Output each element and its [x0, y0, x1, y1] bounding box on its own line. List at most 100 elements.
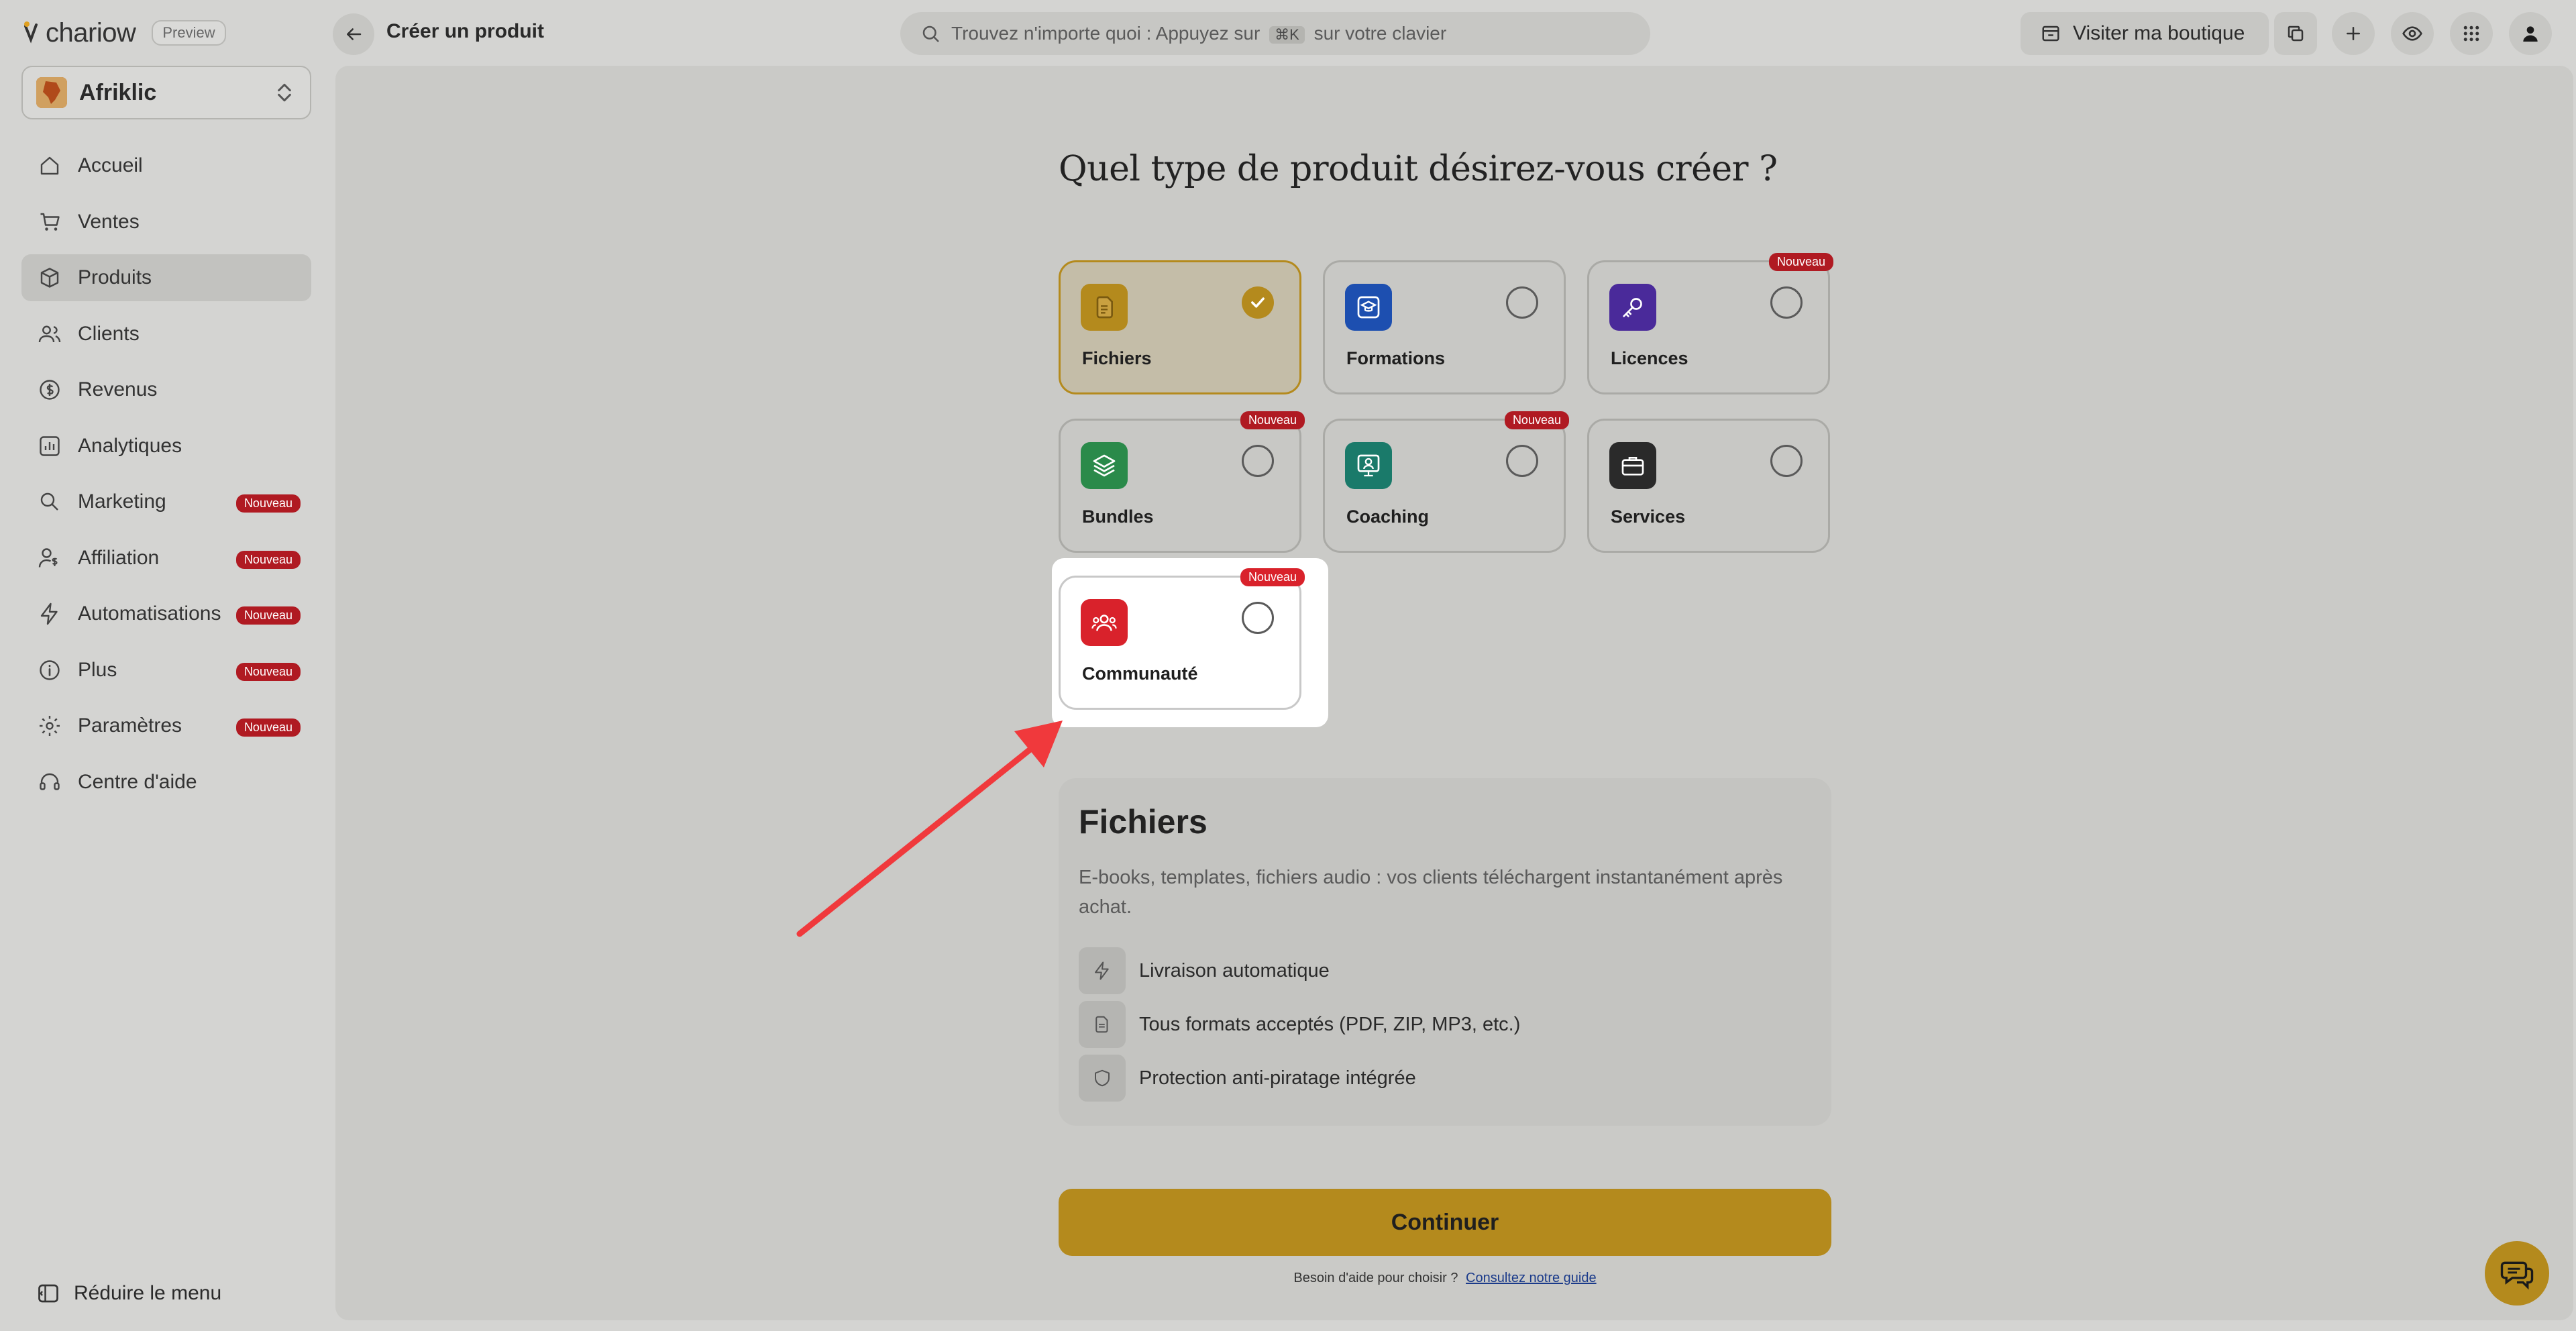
sidebar-item-marketing[interactable]: Marketing Nouveau	[21, 478, 311, 525]
help-line: Besoin d'aide pour choisir ? Consultez n…	[1059, 1271, 1831, 1286]
gear-icon	[36, 712, 63, 739]
feature-item: Protection anti-piratage intégrée	[1079, 1055, 1416, 1102]
copy-icon	[2288, 25, 2304, 42]
lightning-icon	[1079, 947, 1126, 994]
radio-button[interactable]	[1770, 286, 1803, 319]
info-title: Fichiers	[1079, 803, 1208, 841]
nouveau-badge: Nouveau	[235, 494, 301, 513]
page-title: Créer un produit	[386, 20, 545, 42]
box-icon	[36, 264, 63, 291]
product-info-panel: Fichiers E-books, templates, fichiers au…	[1059, 778, 1831, 1126]
sidebar-item-automatisations[interactable]: Automatisations Nouveau	[21, 590, 311, 637]
top-bar: chariow Preview Créer un produit Trouvez…	[0, 0, 2576, 66]
product-type-formations[interactable]: Formations	[1323, 260, 1566, 394]
sidebar-item-parametres[interactable]: Paramètres Nouveau	[21, 702, 311, 749]
chevron-updown-icon	[278, 83, 291, 102]
radio-button[interactable]	[1242, 445, 1274, 477]
sidebar-item-label: Produits	[78, 266, 152, 288]
home-icon	[36, 152, 63, 179]
product-type-bundles[interactable]: Bundles Nouveau	[1059, 411, 1305, 553]
sidebar-item-label: Clients	[78, 322, 140, 345]
layers-icon	[1081, 442, 1128, 489]
search-placeholder: Trouvez n'importe quoi : Appuyez sur	[951, 23, 1260, 44]
store-avatar	[36, 77, 67, 108]
nouveau-badge: Nouveau	[235, 550, 301, 569]
sidebar-item-label: Revenus	[78, 378, 158, 401]
sidebar-item-label: Ventes	[78, 210, 140, 233]
product-type-question: Quel type de produit désirez-vous créer …	[1059, 149, 1778, 189]
apps-button[interactable]	[2450, 12, 2493, 55]
product-type-communaute[interactable]: Communauté Nouveau	[1059, 568, 1305, 710]
visit-store-label: Visiter ma boutique	[2073, 22, 2245, 44]
nouveau-badge: Nouveau	[1504, 411, 1569, 429]
nouveau-badge: Nouveau	[235, 662, 301, 681]
sidebar-item-label: Affiliation	[78, 546, 160, 569]
back-button[interactable]	[333, 13, 374, 55]
sidebar-item-ventes[interactable]: Ventes	[21, 199, 311, 246]
product-type-licences[interactable]: Licences Nouveau	[1587, 253, 1833, 394]
users-icon	[36, 321, 63, 348]
guide-link[interactable]: Consultez notre guide	[1466, 1271, 1597, 1285]
eye-icon	[2402, 26, 2422, 41]
sidebar-item-revenus[interactable]: Revenus	[21, 366, 311, 413]
plus-icon	[2347, 27, 2360, 40]
add-button[interactable]	[2332, 12, 2375, 55]
product-type-label: Fichiers	[1082, 348, 1152, 368]
product-type-label: Coaching	[1346, 507, 1430, 527]
nouveau-badge: Nouveau	[235, 718, 301, 737]
product-type-label: Communauté	[1082, 663, 1198, 684]
reduce-menu-button[interactable]: Réduire le menu	[36, 1281, 221, 1306]
sidebar-item-plus[interactable]: Plus Nouveau	[21, 647, 311, 694]
sidebar-item-accueil[interactable]: Accueil	[21, 142, 311, 189]
sidebar-nav: Accueil Ventes Produits Clients Revenus …	[21, 142, 311, 814]
feature-label: Protection anti-piratage intégrée	[1139, 1067, 1416, 1089]
product-type-label: Licences	[1611, 348, 1688, 368]
user-dollar-icon	[36, 545, 63, 572]
radio-button[interactable]	[1770, 445, 1803, 477]
product-type-fichiers[interactable]: Fichiers	[1059, 260, 1301, 394]
info-description: E-books, templates, fichiers audio : vos…	[1079, 867, 1783, 918]
product-type-coaching[interactable]: Coaching Nouveau	[1323, 411, 1569, 553]
file-icon	[1081, 284, 1128, 331]
sidebar: Afriklic Accueil Ventes Produits Clients…	[0, 66, 335, 1331]
sidebar-item-label: Centre d'aide	[78, 770, 197, 793]
sidebar-item-analytiques[interactable]: Analytiques	[21, 423, 311, 470]
feature-label: Livraison automatique	[1139, 959, 1330, 981]
continue-button[interactable]: Continuer	[1059, 1189, 1831, 1256]
file-text-icon	[1079, 1001, 1126, 1048]
user-icon	[2523, 26, 2538, 42]
chariow-logo[interactable]: chariow Preview	[21, 16, 226, 50]
sidebar-item-label: Accueil	[78, 154, 143, 176]
reduce-menu-label: Réduire le menu	[74, 1282, 222, 1304]
store-selector[interactable]: Afriklic	[21, 66, 311, 119]
product-type-services[interactable]: Services	[1587, 419, 1830, 553]
sidebar-item-label: Analytiques	[78, 434, 182, 457]
info-icon	[36, 657, 63, 684]
briefcase-icon	[1609, 442, 1656, 489]
cart-icon	[36, 209, 63, 235]
sidebar-item-label: Automatisations	[78, 602, 221, 625]
search-input[interactable]: Trouvez n'importe quoi : Appuyez sur ⌘K …	[900, 12, 1650, 55]
preview-badge: Preview	[152, 20, 226, 46]
sidebar-item-produits[interactable]: Produits	[21, 254, 311, 301]
chat-support-button[interactable]	[2485, 1241, 2549, 1306]
money-icon	[36, 376, 63, 403]
radio-button[interactable]	[1242, 602, 1274, 634]
chariow-logo-icon	[21, 19, 40, 46]
feature-label: Tous formats acceptés (PDF, ZIP, MP3, et…	[1139, 1013, 1521, 1035]
headset-icon	[36, 769, 63, 796]
sidebar-item-affiliation[interactable]: Affiliation Nouveau	[21, 535, 311, 582]
radio-button[interactable]	[1506, 286, 1538, 319]
shield-icon	[1079, 1055, 1126, 1102]
sidebar-item-centre-aide[interactable]: Centre d'aide	[21, 759, 311, 806]
preview-button[interactable]	[2391, 12, 2434, 55]
radio-button[interactable]	[1506, 445, 1538, 477]
product-type-label: Formations	[1346, 348, 1446, 368]
visit-store-button[interactable]: Visiter ma boutique	[2021, 12, 2269, 55]
account-button[interactable]	[2509, 12, 2552, 55]
help-text: Besoin d'aide pour choisir ?	[1293, 1271, 1458, 1285]
main-panel	[335, 66, 2573, 1320]
copy-button[interactable]	[2274, 12, 2317, 55]
sidebar-item-clients[interactable]: Clients	[21, 311, 311, 358]
grid-icon	[2463, 25, 2479, 42]
